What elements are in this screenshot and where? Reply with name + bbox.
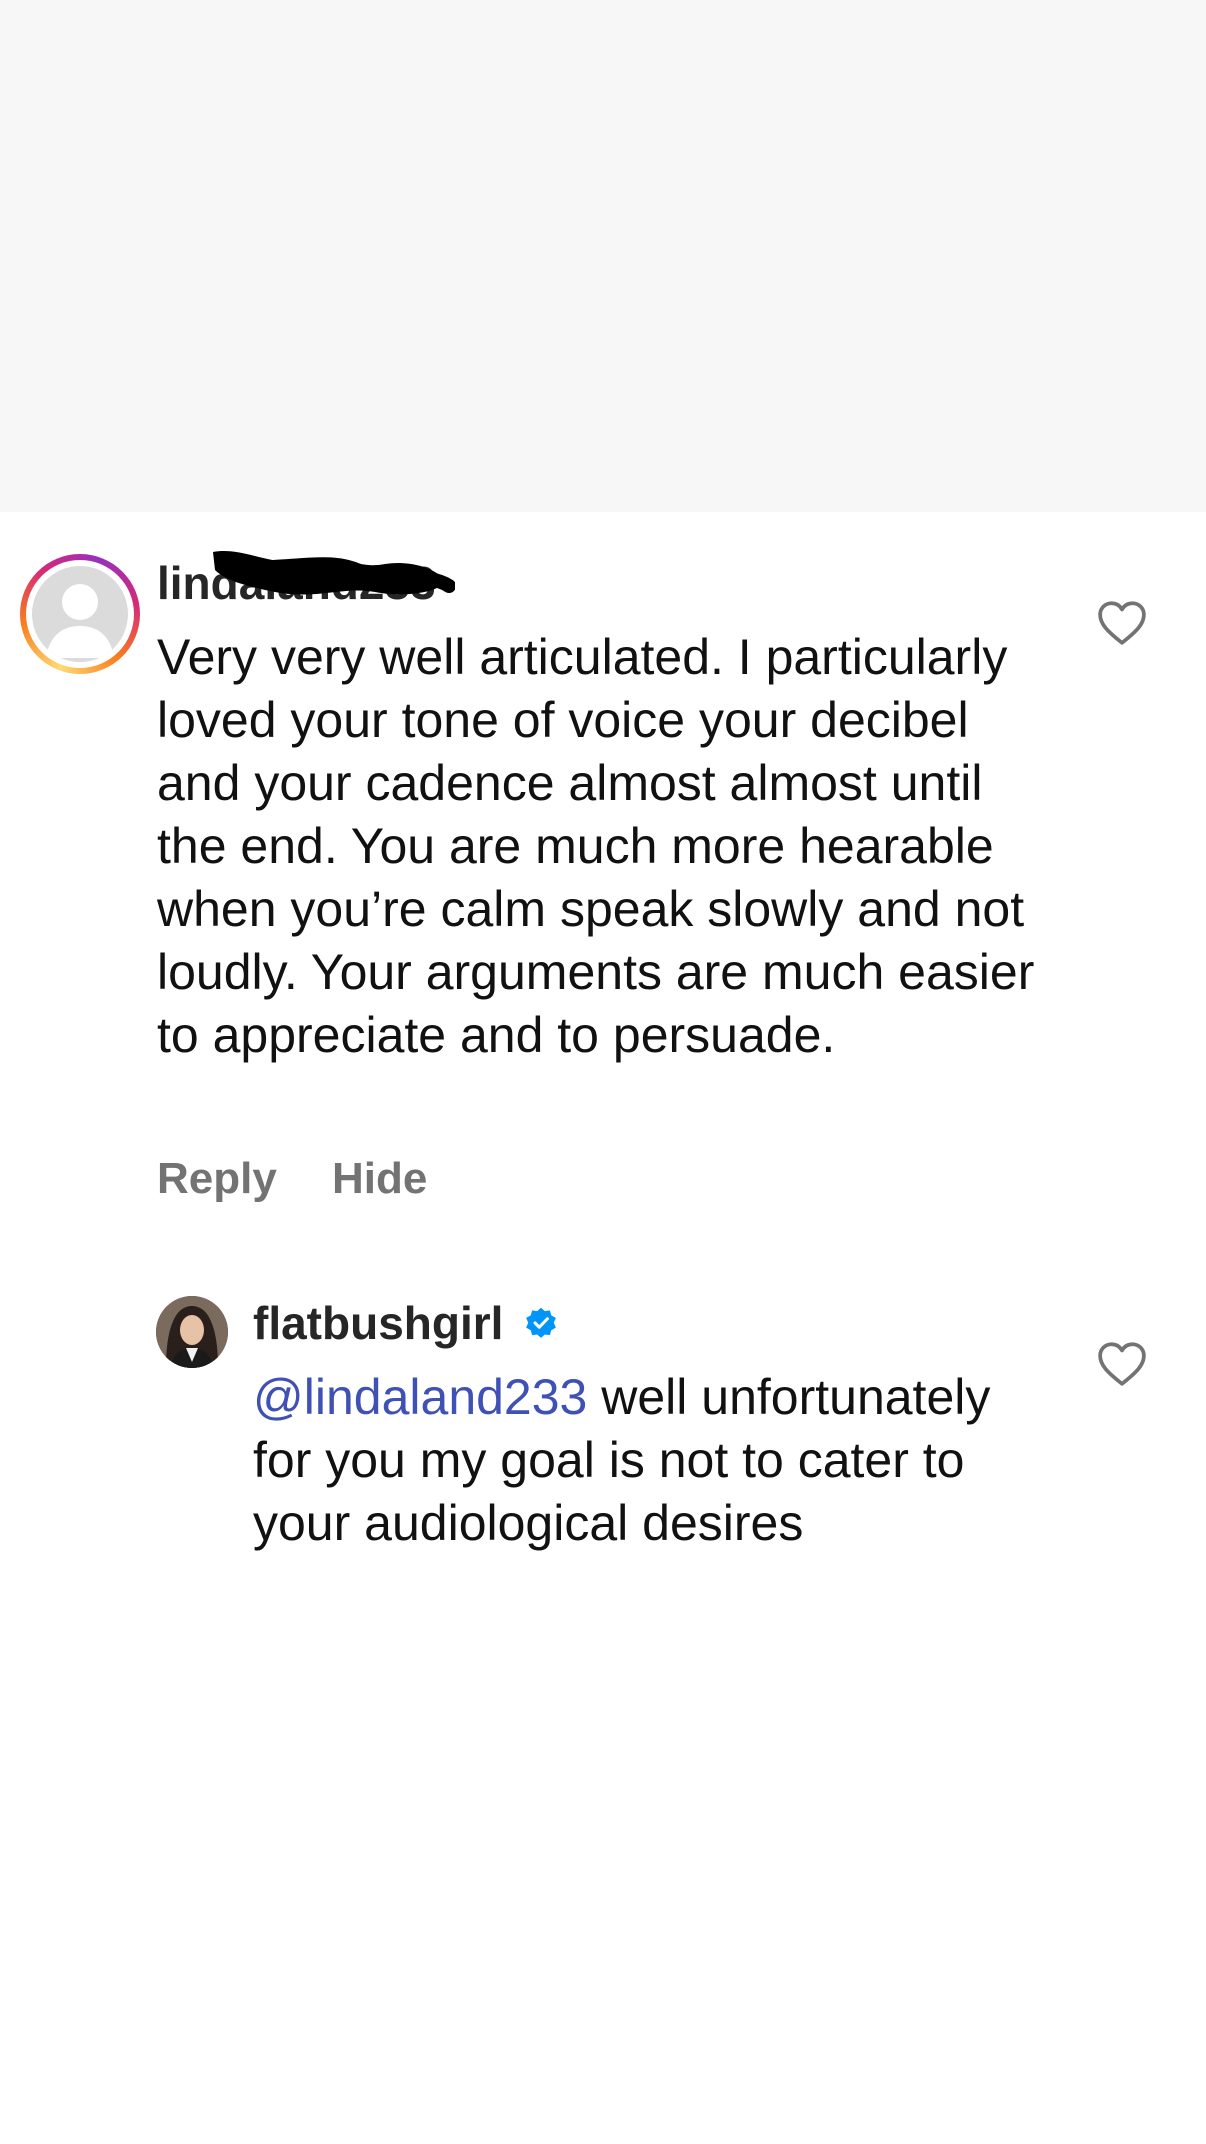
- avatar-story-ring[interactable]: [20, 554, 140, 674]
- reply-button[interactable]: Reply: [157, 1154, 277, 1204]
- verified-badge-icon: [526, 1307, 556, 1338]
- heart-outline-icon[interactable]: [1097, 600, 1147, 646]
- reply-text: @lindaland233 well unfortunately for you…: [253, 1366, 1033, 1555]
- comment-text: Very very well articulated. I particular…: [157, 629, 1035, 1063]
- reply-username[interactable]: flatbushgirl: [253, 1296, 503, 1350]
- mention-link[interactable]: @lindaland233: [253, 1369, 587, 1425]
- heart-outline-icon[interactable]: [1097, 1341, 1147, 1387]
- redaction-scribble: [213, 551, 455, 595]
- avatar[interactable]: [156, 1296, 228, 1368]
- default-avatar-icon: [32, 566, 128, 662]
- hide-button[interactable]: Hide: [332, 1154, 427, 1204]
- media-area: [0, 0, 1206, 512]
